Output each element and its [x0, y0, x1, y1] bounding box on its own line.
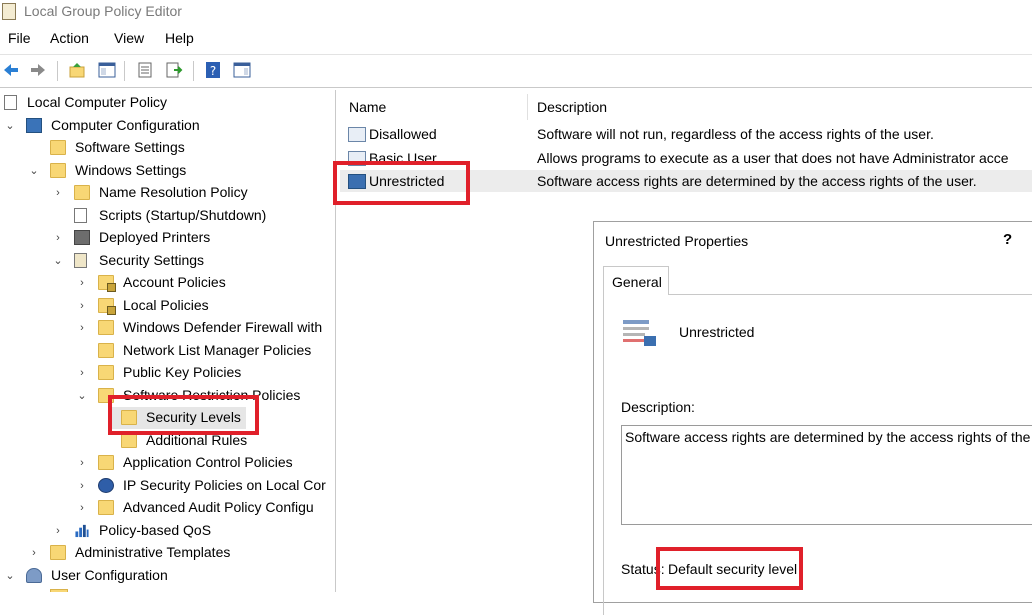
policy-editor-icon	[2, 3, 16, 20]
script-icon	[74, 208, 87, 223]
folder-icon	[98, 343, 114, 358]
description-textbox[interactable]: Software access rights are determined by…	[621, 425, 1032, 525]
menu-bar: File Action View Help	[0, 27, 1032, 51]
highlight-status	[656, 547, 803, 590]
menu-view[interactable]: View	[114, 30, 144, 46]
chevron-right-icon[interactable]: ›	[52, 232, 64, 244]
properties-dialog: Unrestricted Properties ? General Unrest…	[593, 221, 1032, 615]
folder-icon	[50, 140, 66, 155]
back-arrow-icon[interactable]	[2, 61, 20, 79]
chevron-down-icon[interactable]: ⌄	[52, 255, 64, 267]
column-headers: Name Description	[340, 90, 1032, 120]
column-header-description[interactable]: Description	[537, 99, 607, 115]
folder-icon	[50, 545, 66, 560]
menu-file[interactable]: File	[8, 30, 31, 46]
toolbar: ?	[0, 54, 1032, 88]
folder-icon	[98, 455, 114, 470]
dialog-title: Unrestricted Properties	[605, 233, 749, 249]
export-list-icon[interactable]	[165, 61, 183, 79]
folder-icon	[74, 185, 90, 200]
locked-folder-icon	[98, 275, 116, 292]
folder-icon	[98, 500, 114, 515]
security-settings-icon	[74, 253, 87, 268]
security-level-icon	[348, 127, 366, 142]
folder-icon	[50, 163, 66, 178]
tab-general[interactable]: General	[603, 266, 669, 295]
help-icon[interactable]: ?	[204, 61, 222, 79]
chevron-right-icon[interactable]: ›	[76, 480, 88, 492]
folder-icon	[121, 433, 137, 448]
folder-icon	[98, 365, 114, 380]
chevron-down-icon[interactable]: ⌄	[4, 570, 16, 582]
chevron-right-icon[interactable]: ›	[76, 457, 88, 469]
chevron-right-icon[interactable]: ›	[76, 277, 88, 289]
ip-security-icon	[98, 478, 114, 493]
window-title: Local Group Policy Editor	[24, 3, 182, 19]
chevron-right-icon[interactable]: ›	[28, 547, 40, 559]
console-tree: Local Computer Policy ⌄ Computer Configu…	[0, 90, 336, 592]
properties-icon[interactable]	[136, 61, 154, 79]
up-folder-icon[interactable]	[68, 61, 86, 79]
chevron-down-icon[interactable]: ⌄	[76, 390, 88, 402]
folder-icon	[98, 320, 114, 335]
computer-icon	[26, 118, 42, 133]
action-pane-icon[interactable]	[233, 61, 251, 79]
chevron-right-icon[interactable]: ›	[52, 525, 64, 537]
users-icon	[26, 568, 42, 583]
help-button[interactable]: ?	[1003, 231, 1012, 248]
chevron-right-icon[interactable]: ›	[52, 187, 64, 199]
show-hide-tree-icon[interactable]	[98, 61, 116, 79]
forward-arrow-icon[interactable]	[29, 61, 47, 79]
description-label: Description:	[621, 399, 695, 415]
printer-icon	[74, 230, 90, 245]
menu-action[interactable]: Action	[50, 30, 89, 46]
highlight-unrestricted	[333, 161, 470, 205]
policy-document-icon	[4, 95, 17, 110]
bar-chart-icon	[75, 524, 89, 538]
highlight-security-levels	[108, 395, 259, 435]
chevron-right-icon[interactable]: ›	[76, 322, 88, 334]
security-level-icon	[623, 320, 656, 346]
security-level-name: Unrestricted	[679, 324, 755, 340]
svg-text:?: ?	[210, 64, 216, 78]
chevron-down-icon[interactable]: ⌄	[28, 165, 40, 177]
chevron-right-icon[interactable]: ›	[76, 300, 88, 312]
list-item-disallowed[interactable]: Disallowed Software will not run, regard…	[340, 123, 1032, 145]
locked-folder-icon	[98, 298, 116, 315]
chevron-right-icon[interactable]: ›	[76, 502, 88, 514]
menu-help[interactable]: Help	[165, 30, 194, 46]
chevron-right-icon[interactable]: ›	[76, 367, 88, 379]
chevron-down-icon[interactable]: ⌄	[4, 120, 16, 132]
column-header-name[interactable]: Name	[349, 99, 386, 115]
title-bar: Local Group Policy Editor	[0, 0, 1032, 24]
